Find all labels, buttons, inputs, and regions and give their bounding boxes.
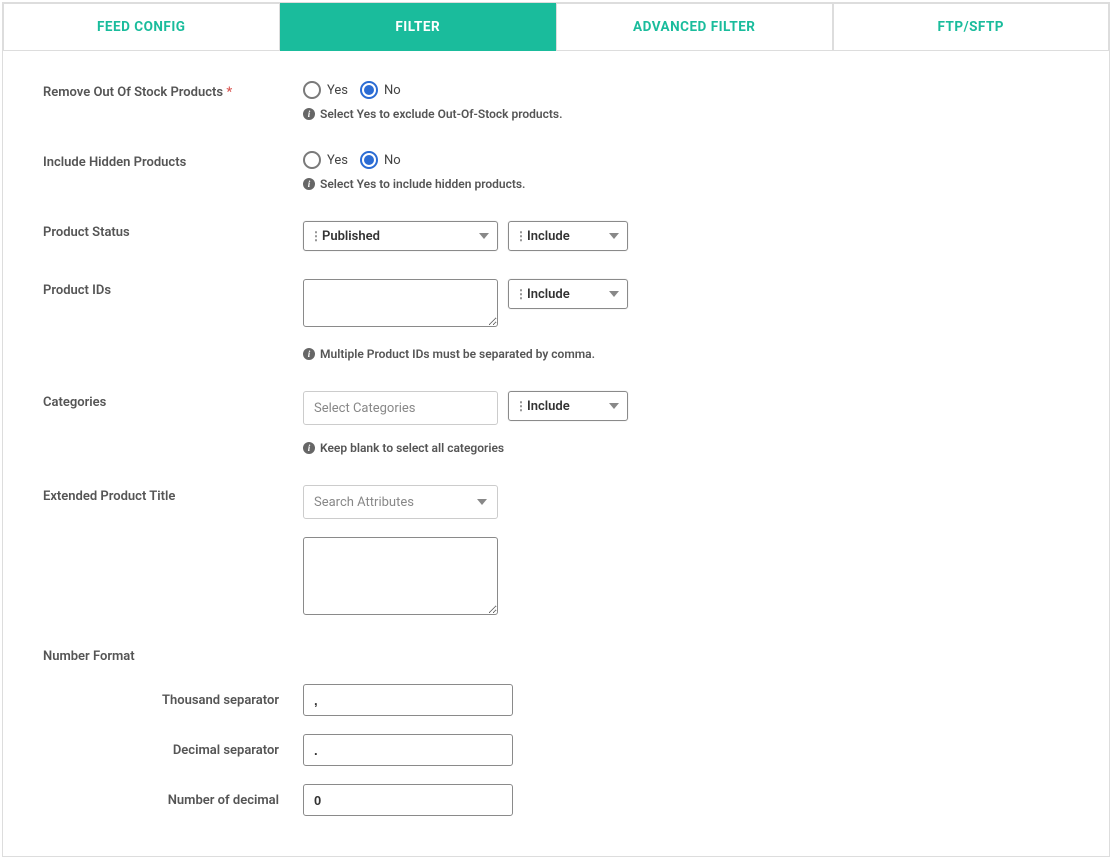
tab-ftp-sftp[interactable]: FTP/SFTP [833,3,1110,51]
info-icon: i [303,108,315,120]
drag-icon: ⋮ [515,229,525,243]
tab-advanced-filter[interactable]: ADVANCED FILTER [556,3,833,51]
tab-filter[interactable]: FILTER [280,3,557,51]
thousand-sep-input[interactable] [303,684,513,716]
product-status-mode-select[interactable]: ⋮ Include [508,221,628,251]
label-remove-oos: Remove Out Of Stock Products * [43,81,303,100]
label-num-decimal: Number of decimal [43,793,303,808]
tabs: FEED CONFIG FILTER ADVANCED FILTER FTP/S… [3,3,1109,51]
label-product-ids: Product IDs [43,279,303,298]
label-include-hidden: Include Hidden Products [43,151,303,170]
drag-icon: ⋮ [515,287,525,301]
info-icon: i [303,442,315,454]
label-extended-title: Extended Product Title [43,485,303,504]
label-thousand-sep: Thousand separator [43,693,303,708]
tab-feed-config[interactable]: FEED CONFIG [3,3,280,51]
chevron-down-icon [609,233,619,239]
label-decimal-sep: Decimal separator [43,743,303,758]
info-icon: i [303,178,315,190]
product-ids-mode-select[interactable]: ⋮ Include [508,279,628,309]
include-hidden-yes[interactable]: Yes [303,151,348,169]
categories-select[interactable]: Select Categories [303,391,498,425]
categories-mode-select[interactable]: ⋮ Include [508,391,628,421]
product-status-select[interactable]: ⋮ Published [303,221,498,251]
hint-categories: i Keep blank to select all categories [303,441,1069,455]
label-categories: Categories [43,391,303,410]
info-icon: i [303,348,315,360]
filter-panel: Remove Out Of Stock Products * Yes No i … [3,51,1109,856]
hint-remove-oos: i Select Yes to exclude Out-Of-Stock pro… [303,107,1069,121]
remove-oos-yes[interactable]: Yes [303,81,348,99]
chevron-down-icon [609,403,619,409]
remove-oos-no[interactable]: No [360,81,401,99]
drag-icon: ⋮ [515,399,525,413]
chevron-down-icon [479,233,489,239]
hint-include-hidden: i Select Yes to include hidden products. [303,177,1069,191]
extended-title-attr-select[interactable]: Search Attributes [303,485,498,519]
product-ids-input[interactable] [303,279,498,327]
label-product-status: Product Status [43,221,303,240]
chevron-down-icon [477,499,487,505]
drag-icon: ⋮ [310,229,320,243]
label-number-format: Number Format [43,649,1069,664]
num-decimal-input[interactable] [303,784,513,816]
hint-product-ids: i Multiple Product IDs must be separated… [303,347,1069,361]
chevron-down-icon [609,291,619,297]
extended-title-input[interactable] [303,537,498,615]
decimal-sep-input[interactable] [303,734,513,766]
include-hidden-no[interactable]: No [360,151,401,169]
